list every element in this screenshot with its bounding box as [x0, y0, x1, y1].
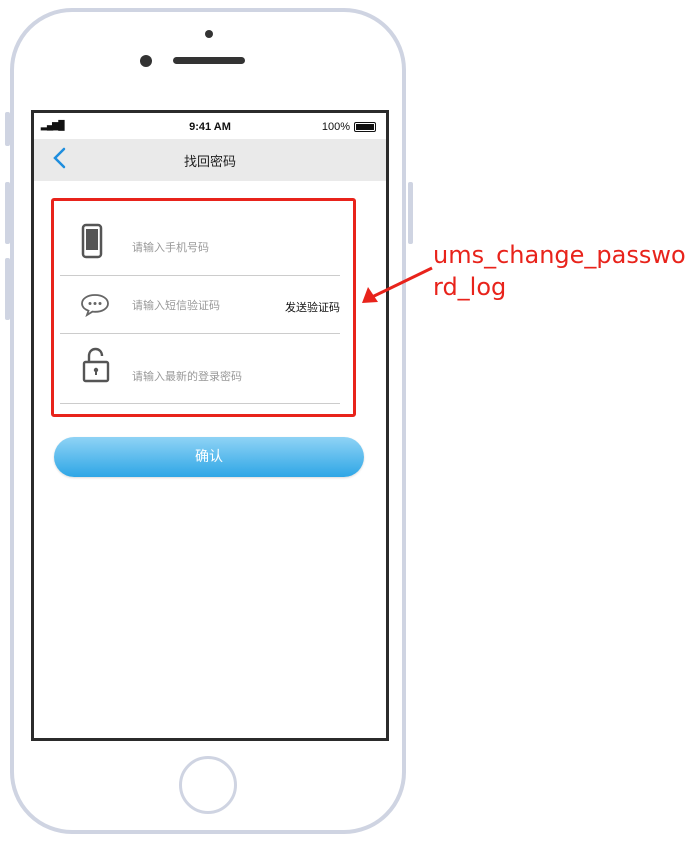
annotation-arrow-icon [362, 266, 433, 303]
annotation-label: ums_change_password_log [433, 241, 686, 301]
